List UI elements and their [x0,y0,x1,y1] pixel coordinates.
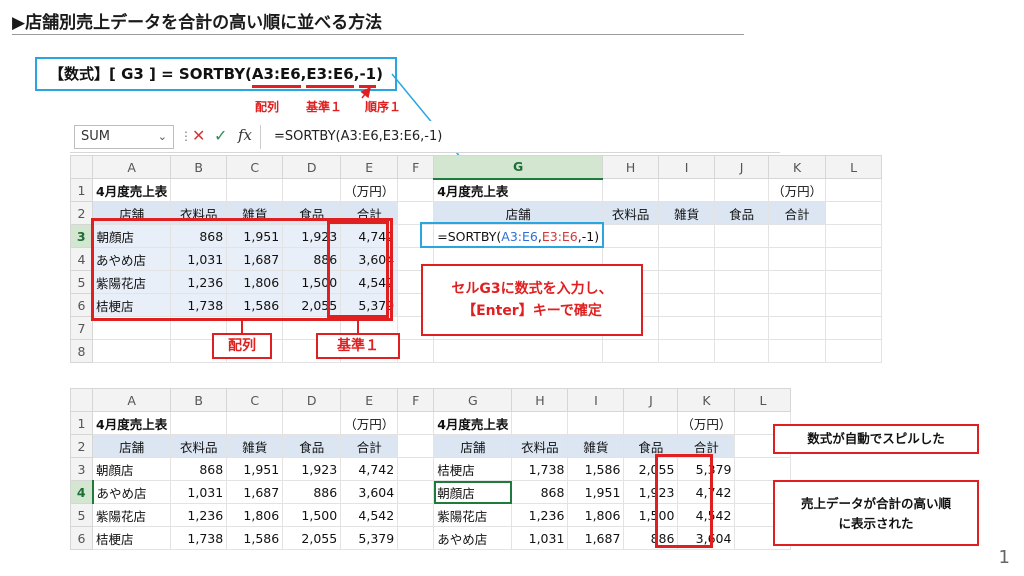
editing-formula-rest: ,-1) [577,228,600,244]
page-number: 1 [998,547,1010,568]
instruction-line-1: セルG3に数式を入力し、 [451,281,613,297]
editing-formula-array-ref: A3:E6 [501,228,538,244]
instruction-line-2: 【Enter】キーで確定 [462,303,602,319]
spill-callout-text: 数式が自動でスピルした [807,431,945,446]
sorted-line-1: 売上データが合計の高い順 [800,496,951,511]
instruction-callout: セルG3に数式を入力し、 【Enter】キーで確定 [421,264,643,336]
sorted-line-2: に表示された [838,516,914,531]
editing-formula-by-ref: E3:E6 [541,228,578,244]
spill-callout: 数式が自動でスピルした [773,424,979,454]
editing-formula-prefix: =SORTBY( [437,228,502,244]
sorted-callout: 売上データが合計の高い順 に表示された [773,480,979,546]
editing-formula[interactable]: =SORTBY(A3:E6,E3:E6,-1) [437,229,599,244]
